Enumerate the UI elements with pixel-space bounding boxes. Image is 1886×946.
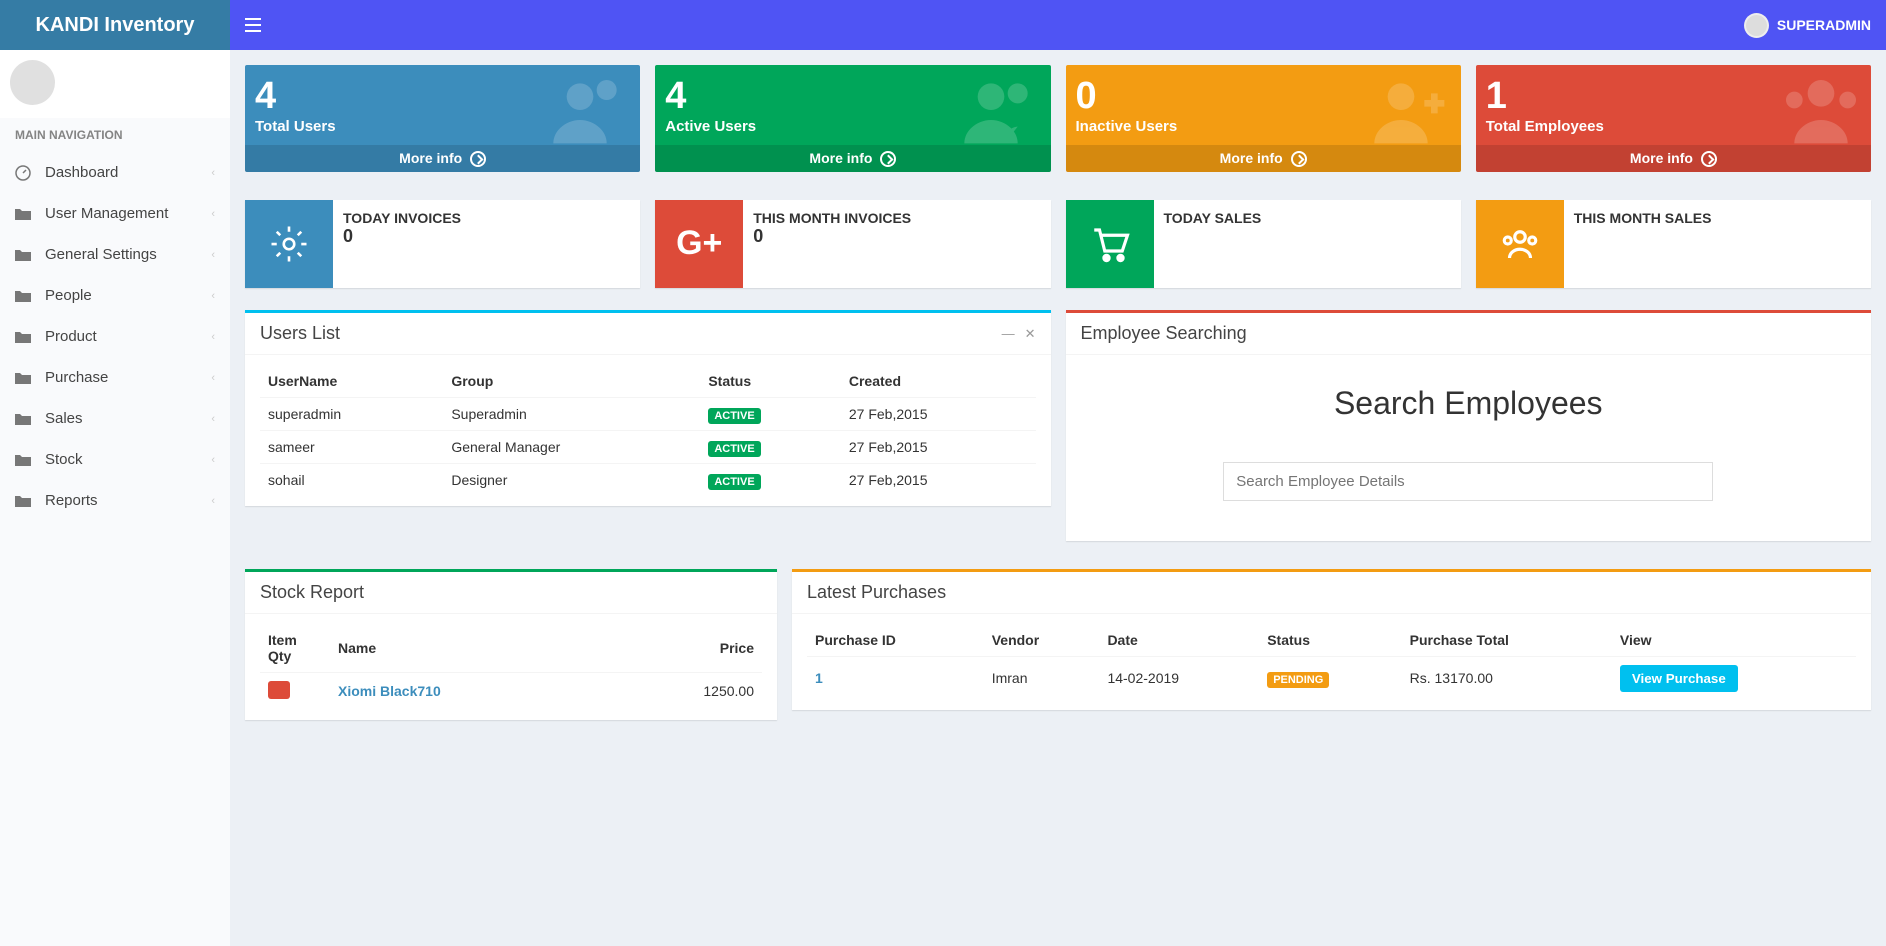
box-title: Latest Purchases <box>807 582 946 603</box>
info-today-invoices: TODAY INVOICES0 <box>245 200 640 288</box>
folder-icon <box>15 494 35 508</box>
sidebar-toggle-button[interactable] <box>245 18 261 32</box>
stat-total-employees: 1Total EmployeesMore info <box>1476 65 1871 172</box>
arrow-right-icon <box>880 151 896 167</box>
user-name: SUPERADMIN <box>1777 17 1871 33</box>
stock-report-box: Stock Report Item QtyNamePrice Xiomi Bla… <box>245 569 777 720</box>
stat-total-users: 4Total UsersMore info <box>245 65 640 172</box>
table-row: sohailDesignerACTIVE27 Feb,2015 <box>260 464 1036 497</box>
table-row: 1Imran14-02-2019PENDINGRs. 13170.00View … <box>807 656 1856 700</box>
employee-search-input[interactable] <box>1223 462 1713 501</box>
table-row: sameerGeneral ManagerACTIVE27 Feb,2015 <box>260 431 1036 464</box>
folder-icon <box>15 207 35 221</box>
folder-icon <box>15 412 35 426</box>
avatar <box>1744 13 1769 38</box>
sidebar-item-dashboard[interactable]: Dashboard‹ <box>0 152 230 193</box>
users-table: UserNameGroupStatusCreated superadminSup… <box>260 365 1036 496</box>
chevron-left-icon: ‹ <box>211 208 215 220</box>
box-title: Stock Report <box>260 582 364 603</box>
collapse-button[interactable]: — <box>1002 326 1015 342</box>
users-list-box: Users List — ✕ UserNameGroupStatusCreated… <box>245 310 1051 506</box>
chevron-left-icon: ‹ <box>211 413 215 425</box>
chevron-left-icon: ‹ <box>211 454 215 466</box>
latest-purchases-box: Latest Purchases Purchase IDVendorDateSt… <box>792 569 1871 710</box>
stat-active-users: 4Active UsersMore info <box>655 65 1050 172</box>
app-logo[interactable]: KANDI Inventory <box>0 0 230 50</box>
info-today-sales: TODAY SALES <box>1066 200 1461 288</box>
chevron-left-icon: ‹ <box>211 331 215 343</box>
box-title: Employee Searching <box>1081 323 1247 344</box>
sidebar-item-user-management[interactable]: User Management‹ <box>0 193 230 234</box>
sidebar-item-sales[interactable]: Sales‹ <box>0 398 230 439</box>
sidebar-item-purchase[interactable]: Purchase‹ <box>0 357 230 398</box>
folder-icon <box>15 248 35 262</box>
chevron-left-icon: ‹ <box>211 495 215 507</box>
close-button[interactable]: ✕ <box>1025 326 1036 342</box>
status-badge: ACTIVE <box>708 408 760 424</box>
dashboard-icon <box>15 165 35 181</box>
chevron-left-icon: ‹ <box>211 372 215 384</box>
chevron-left-icon: ‹ <box>211 249 215 261</box>
group-icon <box>1781 70 1861 150</box>
arrow-right-icon <box>470 151 486 167</box>
purchases-table: Purchase IDVendorDateStatusPurchase Tota… <box>807 624 1856 700</box>
arrow-right-icon <box>1701 151 1717 167</box>
stat-inactive-users: 0Inactive UsersMore info <box>1066 65 1461 172</box>
sidebar-item-people[interactable]: People‹ <box>0 275 230 316</box>
google-plus-icon: G+ <box>655 200 743 288</box>
box-title: Users List <box>260 323 340 344</box>
employee-search-box: Employee Searching Search Employees <box>1066 310 1872 541</box>
chevron-left-icon: ‹ <box>211 167 215 179</box>
user-menu[interactable]: SUPERADMIN <box>1744 13 1871 38</box>
group-icon <box>1476 200 1564 288</box>
info-month-invoices: G+THIS MONTH INVOICES0 <box>655 200 1050 288</box>
status-badge: PENDING <box>1267 672 1329 688</box>
folder-icon <box>15 289 35 303</box>
avatar <box>10 60 55 105</box>
sidebar-item-reports[interactable]: Reports‹ <box>0 480 230 521</box>
view-purchase-button[interactable]: View Purchase <box>1620 665 1738 692</box>
qty-badge <box>268 681 290 699</box>
info-month-sales: THIS MONTH SALES <box>1476 200 1871 288</box>
sidebar-item-stock[interactable]: Stock‹ <box>0 439 230 480</box>
purchase-id-link[interactable]: 1 <box>815 670 823 686</box>
sidebar: MAIN NAVIGATION Dashboard‹ User Manageme… <box>0 50 230 946</box>
folder-icon <box>15 330 35 344</box>
user-plus-icon <box>1371 70 1451 150</box>
status-badge: ACTIVE <box>708 474 760 490</box>
arrow-right-icon <box>1291 151 1307 167</box>
sidebar-item-product[interactable]: Product‹ <box>0 316 230 357</box>
folder-icon <box>15 453 35 467</box>
sidebar-item-general-settings[interactable]: General Settings‹ <box>0 234 230 275</box>
sidebar-header: MAIN NAVIGATION <box>0 118 230 152</box>
table-row: Xiomi Black7101250.00 <box>260 672 762 710</box>
users-icon <box>550 70 630 150</box>
stock-table: Item QtyNamePrice Xiomi Black7101250.00 <box>260 624 762 710</box>
user-panel <box>0 50 230 118</box>
chevron-left-icon: ‹ <box>211 290 215 302</box>
search-heading: Search Employees <box>1081 385 1857 422</box>
status-badge: ACTIVE <box>708 441 760 457</box>
cart-icon <box>1066 200 1154 288</box>
users-icon <box>961 70 1041 150</box>
gear-icon <box>245 200 333 288</box>
bars-icon <box>245 18 261 32</box>
folder-icon <box>15 371 35 385</box>
table-row: superadminSuperadminACTIVE27 Feb,2015 <box>260 398 1036 431</box>
stock-item-link[interactable]: Xiomi Black710 <box>338 683 441 699</box>
